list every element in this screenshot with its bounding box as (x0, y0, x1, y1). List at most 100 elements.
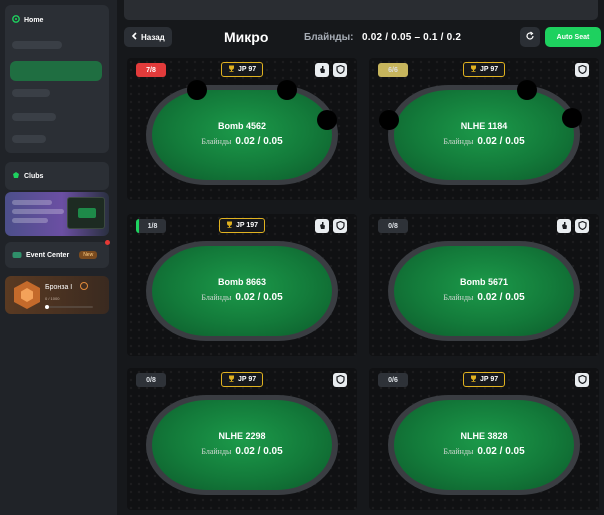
table-felt (394, 246, 574, 336)
shield-button[interactable] (333, 63, 347, 77)
table-blinds: Блайнды 0.02 / 0.05 (127, 446, 357, 457)
trophy-icon (228, 375, 235, 384)
shield-button[interactable] (333, 373, 347, 387)
table-name: NLHE 2298 (218, 431, 266, 441)
bomb-pot-button[interactable] (557, 219, 571, 233)
event-icon (12, 246, 22, 264)
jackpot-amount: JP 97 (480, 376, 499, 383)
seat-count-badge: 0/6 (378, 373, 408, 387)
bomb-pot-button[interactable] (315, 63, 329, 77)
table-blinds: Блайнды 0.02 / 0.05 (369, 446, 599, 457)
table-felt (152, 400, 332, 490)
trophy-icon (226, 221, 233, 230)
shield-button[interactable] (575, 63, 589, 77)
nav-item-blurred[interactable] (12, 113, 56, 121)
seat-count-badge: 0/8 (136, 373, 166, 387)
clubs-icon (12, 171, 20, 181)
promo-banner[interactable] (5, 192, 109, 236)
shield-icon (335, 371, 345, 389)
table-blinds-value: 0.02 / 0.05 (235, 446, 283, 457)
table-blinds-value: 0.02 / 0.05 (477, 136, 525, 147)
nav-home[interactable]: Home (12, 15, 43, 25)
rank-card[interactable]: Бронза I 0 / 1000 (5, 276, 109, 314)
jackpot-badge: JP 97 (221, 62, 264, 77)
table-felt (394, 400, 574, 490)
nav-item-blurred[interactable] (12, 135, 46, 143)
bomb-hand-icon (560, 217, 569, 235)
table-blinds-value: 0.02 / 0.05 (477, 446, 525, 457)
rank-icon (14, 281, 40, 309)
shield-icon (335, 217, 345, 235)
lobby-header: Назад Микро Блайнды: 0.02 / 0.05 – 0.1 /… (124, 27, 601, 49)
table-card[interactable]: 0/8 Bomb 5671 Блайнды 0.02 / 0.05 (369, 214, 599, 356)
nav-item-blurred[interactable] (12, 89, 50, 97)
event-center-item[interactable]: Event Center New (5, 242, 109, 268)
trophy-icon (470, 65, 477, 74)
table-card[interactable]: 0/6 JP 97 NLHE 3828 Блайнды 0.02 / 0.05 (369, 368, 599, 510)
table-blinds-value: 0.02 / 0.05 (477, 292, 525, 303)
main-area: Назад Микро Блайнды: 0.02 / 0.05 – 0.1 /… (117, 0, 604, 515)
table-name: Bomb 4562 (217, 121, 267, 131)
rank-progress-bar (45, 305, 93, 309)
jackpot-amount: JP 97 (238, 66, 257, 73)
table-blinds-value: 0.02 / 0.05 (235, 136, 283, 147)
nav-item-active[interactable] (10, 61, 102, 81)
back-button[interactable]: Назад (124, 27, 172, 47)
bomb-pot-button[interactable] (315, 219, 329, 233)
player-seat (277, 80, 297, 100)
blinds-label: Блайнды: (304, 32, 354, 43)
auto-seat-button[interactable]: Auto Seat (545, 27, 601, 47)
clubs-panel[interactable]: Clubs (5, 162, 109, 190)
table-blinds: Блайнды 0.02 / 0.05 (369, 136, 599, 147)
shield-icon (577, 61, 587, 79)
bomb-hand-icon (318, 217, 327, 235)
table-blinds-label: Блайнды (443, 137, 474, 146)
table-card[interactable]: 0/8 JP 97 NLHE 2298 Блайнды 0.02 / 0.05 (127, 368, 357, 510)
jackpot-amount: JP 197 (236, 222, 259, 229)
clubs-label: Clubs (24, 172, 44, 180)
page-title: Микро (224, 29, 269, 45)
table-card[interactable]: 1/8 JP 197 Bomb 8663 Блайнды 0.02 / 0.05 (127, 214, 357, 356)
table-blinds: Блайнды 0.02 / 0.05 (369, 292, 599, 303)
nav-item-blurred[interactable] (12, 41, 62, 49)
jackpot-badge: JP 97 (463, 62, 506, 77)
back-label: Назад (141, 32, 165, 42)
jackpot-badge: JP 97 (221, 372, 264, 387)
event-center-label: Event Center (26, 251, 70, 259)
home-label: Home (24, 16, 44, 24)
sidebar: Home Clubs Event Center New Бронза I 0 /… (0, 0, 117, 515)
bomb-hand-icon (318, 61, 327, 79)
home-icon (12, 15, 20, 25)
shield-button[interactable] (575, 219, 589, 233)
table-blinds: Блайнды 0.02 / 0.05 (127, 292, 357, 303)
shield-icon (577, 217, 587, 235)
refresh-icon (525, 28, 535, 46)
refresh-button[interactable] (520, 27, 540, 47)
table-name: Bomb 5671 (459, 277, 509, 287)
table-blinds-value: 0.02 / 0.05 (235, 292, 283, 303)
shield-button[interactable] (333, 219, 347, 233)
table-blinds-label: Блайнды (443, 447, 474, 456)
table-card[interactable]: 7/8 JP 97 Bomb 4562 Блайнды 0.02 / 0.05 (127, 58, 357, 200)
table-card[interactable]: 6/6 JP 97 NLHE 1184 Блайнды 0.02 / 0.05 (369, 58, 599, 200)
player-seat (517, 80, 537, 100)
promo-image (67, 197, 105, 229)
coin-icon (80, 282, 88, 290)
notification-dot (105, 240, 110, 245)
trophy-icon (228, 65, 235, 74)
seat-count-badge: 7/8 (136, 63, 166, 77)
trophy-icon (470, 375, 477, 384)
table-name: NLHE 3828 (460, 431, 508, 441)
nav-panel: Home (5, 5, 109, 153)
shield-button[interactable] (575, 373, 589, 387)
jackpot-amount: JP 97 (480, 66, 499, 73)
shield-icon (335, 61, 345, 79)
player-seat (187, 80, 207, 100)
table-felt (394, 90, 574, 180)
seat-count-badge: 0/8 (378, 219, 408, 233)
table-felt (152, 90, 332, 180)
rank-title: Бронза I (45, 284, 73, 291)
table-blinds-label: Блайнды (201, 137, 232, 146)
back-chevron-icon (131, 32, 137, 42)
table-blinds-label: Блайнды (201, 293, 232, 302)
